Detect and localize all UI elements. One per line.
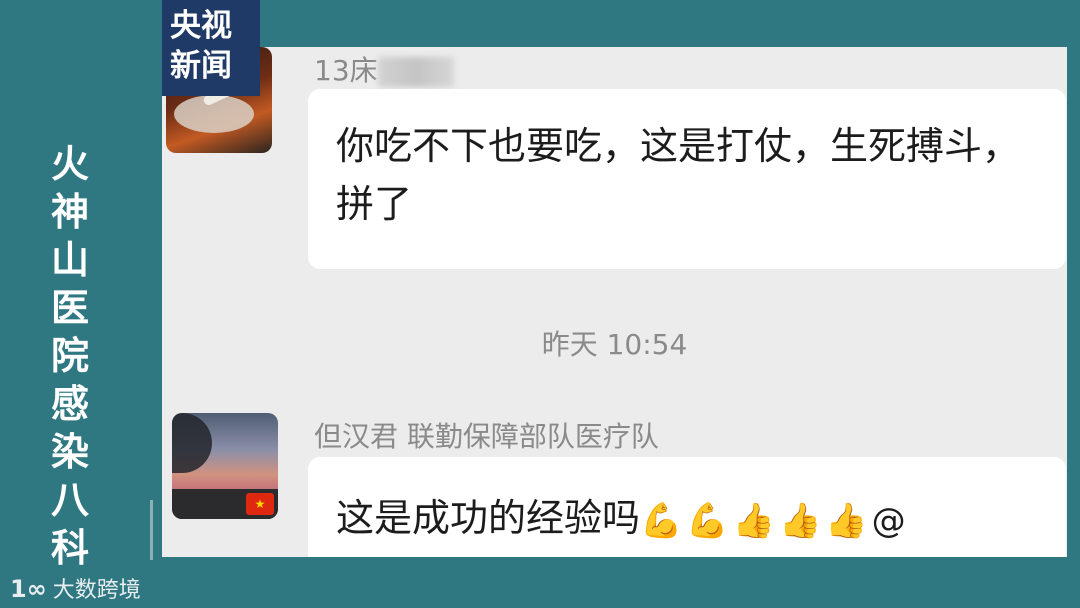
- sender-name-1-text: 13床: [314, 54, 378, 87]
- watermark-mark: 1∞: [10, 575, 47, 603]
- sender-name-blur: [377, 57, 454, 87]
- watermark: 1∞ 大数跨境: [10, 572, 141, 604]
- watermark-text: 大数跨境: [52, 578, 141, 603]
- message-bubble-1[interactable]: 你吃不下也要吃，这是打仗，生死搏斗，拼了: [308, 89, 1066, 269]
- logo-line-2: 新闻: [170, 48, 232, 84]
- message-timestamp: 昨天 10:54: [541, 328, 688, 361]
- message-2-text: 这是成功的经验吗: [336, 496, 641, 540]
- side-caption: 火神山医院感染八科: [50, 142, 89, 570]
- message-bubble-2[interactable]: 这是成功的经验吗💪💪👍👍👍@: [308, 457, 1066, 557]
- sender-name-2: 但汉君 联勤保障部队医疗队: [314, 420, 659, 453]
- side-divider: [150, 500, 153, 560]
- cctv-news-logo: 央视 新闻: [162, 0, 260, 96]
- emoji-strip: 💪💪👍👍👍@: [640, 500, 910, 541]
- avatar-tree-shape: [172, 413, 212, 473]
- china-flag-icon: ★: [246, 493, 274, 515]
- sender-name-1: 13床: [314, 49, 454, 89]
- sender-avatar-2[interactable]: ★: [172, 413, 278, 519]
- logo-line-1: 央视: [170, 8, 232, 44]
- chat-window[interactable]: 13床 你吃不下也要吃，这是打仗，生死搏斗，拼了 昨天 10:54 ★ 但汉君 …: [162, 47, 1067, 557]
